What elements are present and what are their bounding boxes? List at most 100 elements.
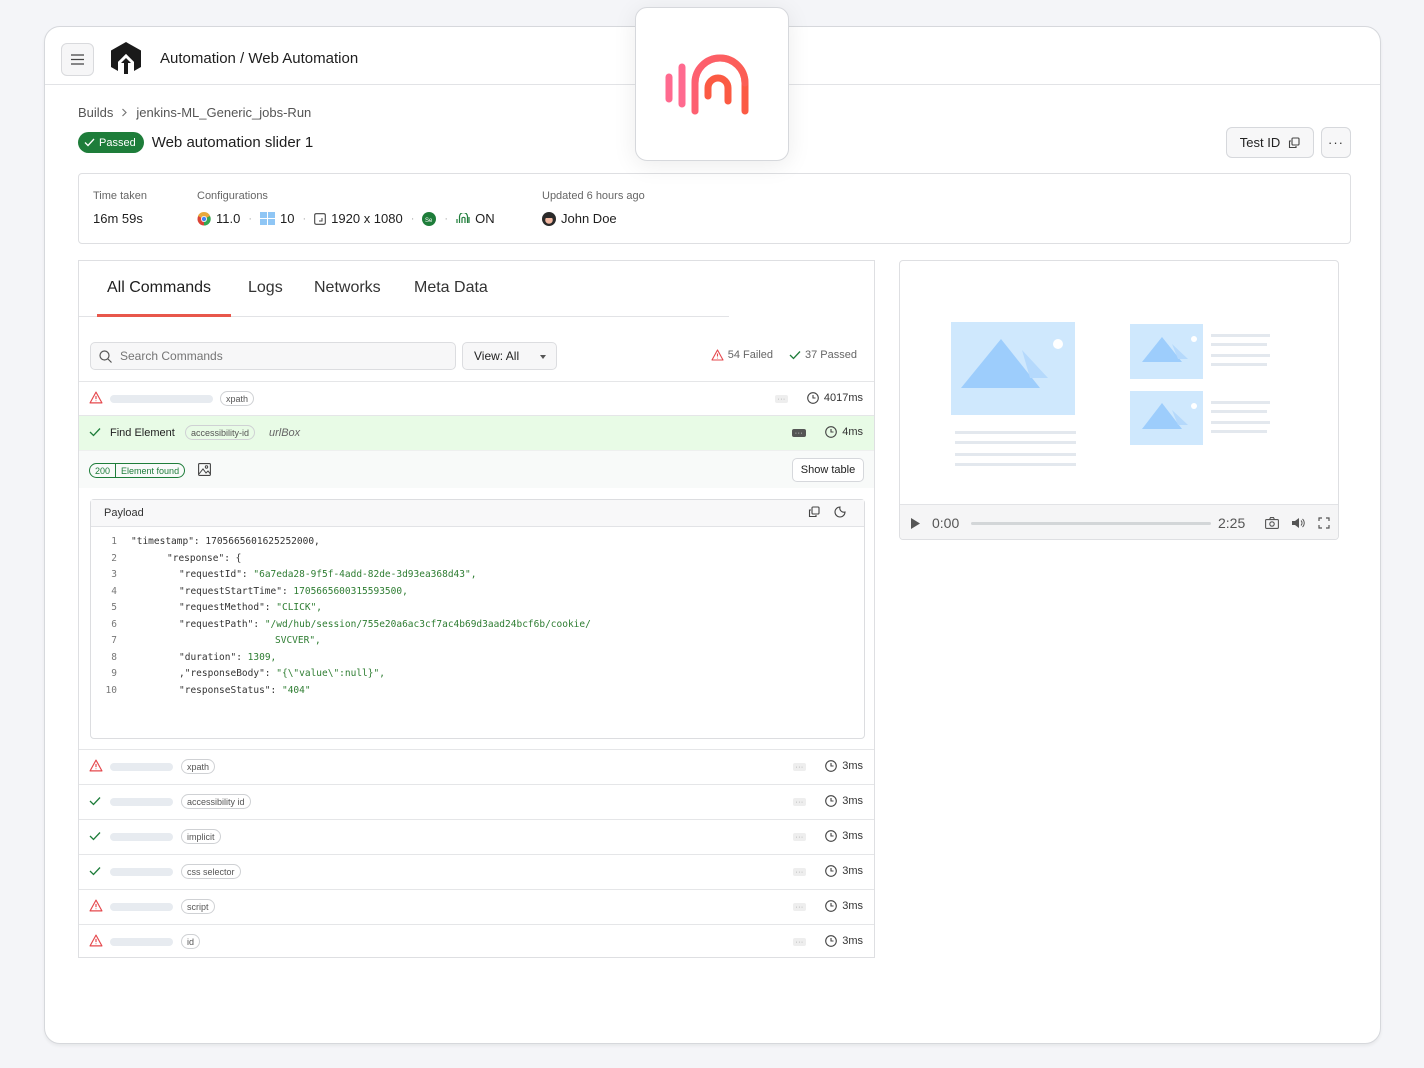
line-number: 1	[111, 536, 117, 547]
app-window: Automation / Web Automation Builds jenki…	[44, 26, 1381, 1044]
os-version: 10	[280, 211, 295, 226]
command-duration: 3ms	[825, 830, 863, 842]
search-input[interactable]	[120, 349, 440, 363]
summary-card: Time taken 16m 59s Configurations 11.0 ·…	[78, 173, 1351, 244]
show-table-button[interactable]: Show table	[792, 458, 864, 482]
time-taken-label: Time taken	[93, 190, 148, 202]
camera-icon[interactable]	[1265, 517, 1279, 529]
command-row[interactable]: id ··· 3ms	[79, 924, 874, 959]
locator-chip: accessibility id	[181, 794, 251, 809]
tab-networks[interactable]: Networks	[314, 279, 381, 297]
copy-icon[interactable]	[808, 506, 820, 518]
total-time: 2:25	[1218, 515, 1246, 531]
chrome-icon	[197, 211, 211, 226]
command-duration: 3ms	[825, 935, 863, 947]
search-icon	[99, 349, 112, 363]
code-key: "timestamp"	[131, 536, 194, 547]
theme-toggle-icon[interactable]	[834, 506, 846, 518]
command-duration: 3ms	[825, 760, 863, 772]
locator-chip: css selector	[181, 864, 241, 879]
clock-icon	[825, 900, 838, 912]
more-icon[interactable]: ···	[792, 429, 806, 437]
tab-meta-data[interactable]: Meta Data	[414, 279, 488, 297]
clock-icon	[825, 795, 838, 807]
lambdatest-logo-icon[interactable]	[109, 41, 143, 77]
title-row: Passed Web automation slider 1	[78, 132, 313, 153]
code-text: "requestMethod": "CLICK",	[117, 602, 322, 619]
command-duration: 3ms	[825, 865, 863, 877]
code-line: 1 "timestamp": 1705665601625252000,	[91, 536, 864, 553]
tab-all-commands[interactable]: All Commands	[107, 279, 211, 297]
video-player: 0:00 2:25	[899, 260, 1339, 540]
locator-chip: xpath	[181, 759, 216, 774]
more-icon[interactable]: ···	[793, 903, 806, 911]
more-icon[interactable]: ···	[793, 798, 806, 806]
page-title: Web automation slider 1	[151, 134, 314, 151]
command-row[interactable]: script ··· 3ms	[79, 889, 874, 924]
command-name-placeholder	[110, 798, 173, 806]
line-number: 5	[111, 602, 117, 613]
tab-logs[interactable]: Logs	[248, 279, 283, 297]
code-line: 8 "duration": 1309,	[91, 652, 864, 669]
more-icon[interactable]: ···	[793, 938, 806, 946]
line-number: 8	[111, 651, 117, 663]
more-icon[interactable]: ···	[775, 395, 788, 403]
code-value: "6a7eda28-9f5f-4add-82de-3d93ea368d43",	[253, 569, 477, 580]
play-icon[interactable]	[910, 517, 921, 530]
code-text: "response": {	[117, 553, 241, 570]
breadcrumb-builds[interactable]: Builds	[78, 105, 113, 120]
breadcrumb-current[interactable]: jenkins-ML_Generic_jobs-Run	[136, 105, 311, 120]
clock-icon	[825, 830, 838, 842]
fullscreen-icon[interactable]	[1318, 517, 1330, 529]
command-row[interactable]: css selector ··· 3ms	[79, 854, 874, 889]
image-icon[interactable]	[198, 463, 211, 476]
command-duration: 4ms	[825, 426, 863, 438]
code-text: "requestPath": "/wd/hub/session/755e20a6…	[117, 619, 591, 636]
more-icon[interactable]: ···	[793, 868, 806, 876]
code-separator: :	[264, 602, 277, 613]
code-key: "requestPath"	[179, 618, 254, 630]
warning-icon	[711, 349, 724, 361]
menu-button[interactable]	[61, 43, 94, 76]
payload-header: Payload	[91, 500, 864, 527]
volume-icon[interactable]	[1291, 517, 1305, 529]
user: John Doe	[542, 211, 617, 226]
warning-icon	[89, 899, 103, 912]
command-name: Find Element	[110, 427, 175, 439]
more-options-button[interactable]: ···	[1321, 127, 1351, 158]
updated-label: Updated 6 hours ago	[542, 190, 645, 202]
command-row-selected[interactable]: Find Element accessibility-id urlBox ···…	[79, 415, 874, 450]
response-status-pill: 200 Element found	[89, 463, 186, 478]
more-icon[interactable]: ···	[793, 763, 806, 771]
search-box[interactable]	[90, 342, 456, 370]
status-badge: Passed	[78, 132, 144, 153]
command-name-placeholder	[110, 833, 173, 841]
code-key: ,"responseBody"	[179, 668, 265, 679]
code-line: 4 "requestStartTime": 1705665600315593500…	[91, 586, 864, 603]
locator-chip: implicit	[181, 829, 221, 844]
tunnel-icon	[456, 213, 470, 223]
time-taken-value: 16m 59s	[93, 211, 143, 226]
video-progress-bar[interactable]	[971, 522, 1211, 525]
command-row[interactable]: xpath ··· 4017ms	[79, 381, 874, 416]
video-preview-placeholder[interactable]	[900, 261, 1339, 504]
code-key: "requestId"	[179, 569, 242, 580]
test-id-button[interactable]: Test ID	[1226, 127, 1314, 158]
command-row[interactable]: xpath ··· 3ms	[79, 749, 874, 784]
code-separator: :	[236, 651, 248, 663]
clock-icon	[807, 392, 819, 404]
command-row[interactable]: implicit ··· 3ms	[79, 819, 874, 854]
code-text: "duration": 1309,	[117, 652, 276, 669]
command-row[interactable]: accessibility id ··· 3ms	[79, 784, 874, 819]
app-title: Automation / Web Automation	[160, 50, 359, 67]
more-icon[interactable]: ···	[793, 833, 806, 841]
configurations-label: Configurations	[197, 190, 268, 202]
command-target: urlBox	[269, 427, 301, 439]
check-icon	[89, 867, 101, 876]
code-key: "response"	[167, 552, 225, 564]
clock-icon	[825, 760, 838, 772]
hamburger-icon	[71, 54, 84, 65]
warning-icon	[89, 934, 103, 947]
view-filter-select[interactable]: View: All	[462, 342, 557, 370]
code-text: "requestStartTime": 1705665600315593500,	[117, 586, 408, 603]
